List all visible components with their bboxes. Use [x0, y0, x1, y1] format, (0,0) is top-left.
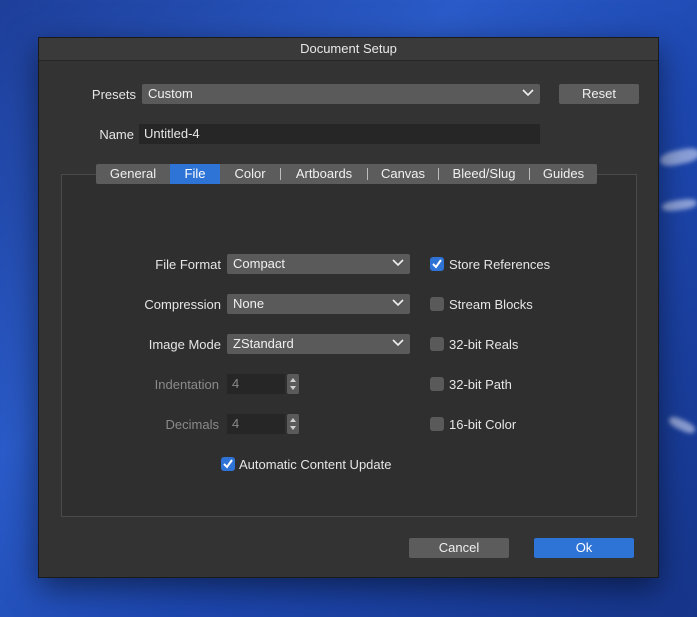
chevron-down-icon — [392, 259, 404, 267]
cancel-button[interactable]: Cancel — [409, 538, 509, 558]
32-bit-reals-checkbox[interactable] — [430, 337, 444, 351]
32-bit-path-label: 32-bit Path — [449, 377, 512, 392]
stepper-arrows-icon — [290, 418, 296, 430]
automatic-content-update-checkbox[interactable] — [221, 457, 235, 471]
checkmark-icon — [432, 259, 442, 269]
file-format-value: Compact — [233, 256, 286, 271]
tab-artboards[interactable]: Artboards — [281, 164, 367, 184]
compression-label: Compression — [144, 297, 221, 312]
presets-label: Presets — [91, 87, 136, 102]
tab-color[interactable]: Color — [220, 164, 280, 184]
16-bit-color-checkbox[interactable] — [430, 417, 444, 431]
image-mode-dropdown[interactable]: ZStandard — [227, 334, 410, 354]
ok-button[interactable]: Ok — [534, 538, 634, 558]
document-setup-dialog: Document Setup Presets Custom Reset Name… — [38, 37, 659, 578]
stream-blocks-label: Stream Blocks — [449, 297, 533, 312]
chevron-down-icon — [522, 89, 534, 97]
decimals-stepper[interactable] — [287, 414, 299, 434]
tab-file[interactable]: File — [170, 164, 220, 184]
file-format-dropdown[interactable]: Compact — [227, 254, 410, 274]
name-input[interactable]: Untitled-4 — [139, 124, 540, 144]
decimals-label: Decimals — [165, 417, 219, 432]
presets-value: Custom — [148, 86, 193, 101]
decimals-input[interactable]: 4 — [227, 414, 285, 434]
desktop-streak — [658, 145, 697, 169]
reset-button[interactable]: Reset — [559, 84, 639, 104]
chevron-down-icon — [392, 339, 404, 347]
stepper-arrows-icon — [290, 378, 296, 390]
indentation-label: Indentation — [154, 377, 219, 392]
16-bit-color-label: 16-bit Color — [449, 417, 517, 432]
desktop-streak — [661, 197, 697, 213]
compression-dropdown[interactable]: None — [227, 294, 410, 314]
tab-canvas[interactable]: Canvas — [368, 164, 438, 184]
chevron-down-icon — [392, 299, 404, 307]
tab-bleed-slug[interactable]: Bleed/Slug — [439, 164, 529, 184]
tab-bar: General File Color Artboards Canvas Blee… — [96, 164, 597, 184]
image-mode-value: ZStandard — [233, 336, 294, 351]
indentation-input[interactable]: 4 — [227, 374, 285, 394]
32-bit-reals-label: 32-bit Reals — [449, 337, 519, 352]
automatic-content-update-label: Automatic Content Update — [239, 457, 392, 472]
compression-value: None — [233, 296, 265, 311]
32-bit-path-checkbox[interactable] — [430, 377, 444, 391]
tab-guides[interactable]: Guides — [530, 164, 597, 184]
checkmark-icon — [223, 459, 233, 469]
store-references-label: Store References — [449, 257, 551, 272]
name-label: Name — [99, 127, 134, 142]
indentation-stepper[interactable] — [287, 374, 299, 394]
desktop-streak — [667, 414, 697, 436]
window-title: Document Setup — [39, 38, 658, 61]
store-references-checkbox[interactable] — [430, 257, 444, 271]
presets-dropdown[interactable]: Custom — [142, 84, 540, 104]
tab-general[interactable]: General — [96, 164, 170, 184]
stream-blocks-checkbox[interactable] — [430, 297, 444, 311]
image-mode-label: Image Mode — [148, 337, 221, 352]
file-format-label: File Format — [155, 257, 221, 272]
